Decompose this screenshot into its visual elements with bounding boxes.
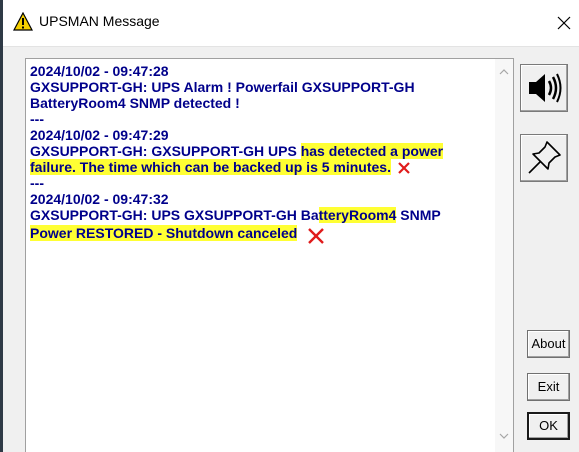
message-text-highlighted: has detected a power xyxy=(300,143,444,159)
message-text-highlighted: tteryRoom4 xyxy=(318,207,397,224)
message-entry: --- 2024/10/02 - 09:47:29 GXSUPPORT-GH: … xyxy=(30,111,492,175)
message-text-highlighted: failure. The time which can be backed up… xyxy=(30,159,391,175)
message-separator: --- xyxy=(30,175,44,192)
about-button[interactable]: About xyxy=(527,330,570,358)
message-timestamp: 2024/10/02 - 09:47:28 xyxy=(30,63,169,79)
message-text-plain: GXSUPPORT-GH: UPS GXSUPPORT-GH Ba xyxy=(30,207,319,224)
message-text: GXSUPPORT-GH: UPS Alarm ! Powerfail GXSU… xyxy=(30,79,415,95)
pushpin-icon xyxy=(528,141,561,174)
exit-button[interactable]: Exit xyxy=(527,373,570,401)
vertical-scrollbar[interactable] xyxy=(495,59,513,452)
scroll-down-arrow-icon[interactable] xyxy=(495,427,513,445)
scroll-up-arrow-icon[interactable] xyxy=(495,63,513,81)
message-separator: --- xyxy=(30,111,44,127)
title-bar[interactable]: UPSMAN Message xyxy=(3,0,579,47)
window-title: UPSMAN Message xyxy=(39,13,160,29)
sound-toggle-button[interactable] xyxy=(520,64,568,112)
message-entry: 2024/10/02 - 09:47:28 GXSUPPORT-GH: UPS … xyxy=(30,63,492,111)
message-text-plain: SNMP xyxy=(396,207,441,224)
message-text-plain: GXSUPPORT-GH: GXSUPPORT-GH UPS xyxy=(30,143,301,159)
window-left-edge xyxy=(0,0,3,452)
message-text: BatteryRoom4 SNMP detected ! xyxy=(30,95,240,111)
warning-triangle-icon xyxy=(13,12,33,31)
ok-button[interactable]: OK xyxy=(527,412,570,440)
upsman-message-window: UPSMAN Message 2024/10/02 - 09:47:28 GXS… xyxy=(0,0,579,452)
message-text: failure. The time which can be backed up… xyxy=(30,159,492,175)
speaker-icon xyxy=(529,73,562,103)
message-text-highlighted: Power RESTORED - Shutdown canceled xyxy=(30,225,298,241)
message-text: GXSUPPORT-GH: UPS GXSUPPORT-GH BatteryRo… xyxy=(30,207,492,224)
message-log-content: 2024/10/02 - 09:47:28 GXSUPPORT-GH: UPS … xyxy=(30,63,492,245)
close-icon[interactable] xyxy=(549,8,579,38)
message-text: Power RESTORED - Shutdown canceled xyxy=(30,223,492,245)
message-text: GXSUPPORT-GH: GXSUPPORT-GH UPS has detec… xyxy=(30,143,492,159)
red-x-mark-icon xyxy=(308,228,325,245)
message-entry: --- 2024/10/02 - 09:47:32 GXSUPPORT-GH: … xyxy=(30,175,492,245)
message-log[interactable]: 2024/10/02 - 09:47:28 GXSUPPORT-GH: UPS … xyxy=(25,58,514,452)
red-x-mark-icon xyxy=(398,162,410,175)
pin-window-button[interactable] xyxy=(520,134,568,182)
message-timestamp: 2024/10/02 - 09:47:29 xyxy=(30,127,169,143)
message-timestamp: 2024/10/02 - 09:47:32 xyxy=(30,191,169,208)
